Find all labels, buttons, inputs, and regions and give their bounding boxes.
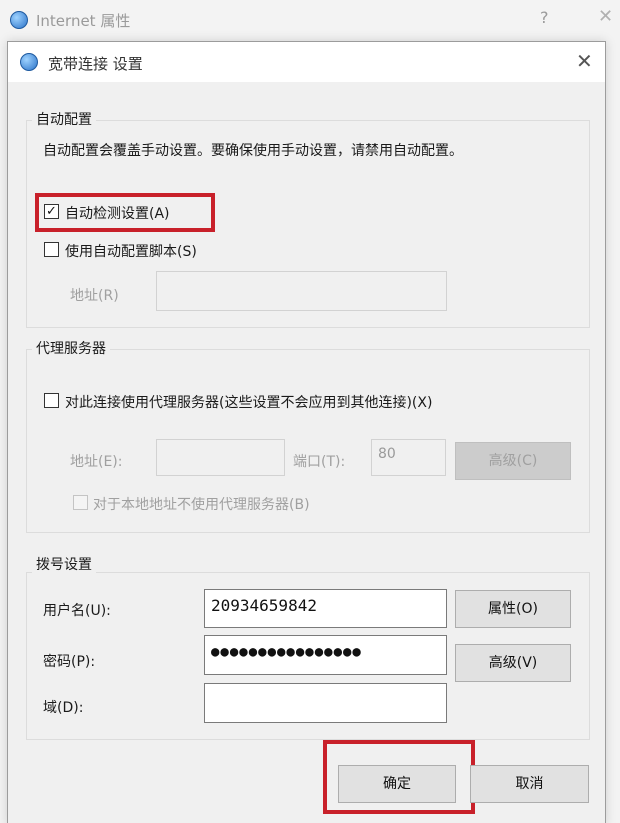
dialog-titlebar: 宽带连接 设置 ✕: [8, 42, 605, 82]
dialup-legend: 拨号设置: [32, 554, 96, 574]
script-address-label: 地址(R): [70, 288, 119, 304]
connection-globe-icon: [20, 53, 38, 71]
username-label: 用户名(U):: [43, 603, 111, 619]
bypass-local-label[interactable]: 对于本地地址不使用代理服务器(B): [93, 494, 310, 514]
auto-config-legend: 自动配置: [32, 109, 96, 129]
auto-config-description: 自动配置会覆盖手动设置。要确保使用手动设置，请禁用自动配置。: [43, 143, 463, 159]
use-script-label[interactable]: 使用自动配置脚本(S): [65, 241, 197, 261]
proxy-advanced-button[interactable]: 高级(C): [455, 442, 571, 480]
proxy-port-input[interactable]: 80: [371, 439, 446, 476]
ok-button[interactable]: 确定: [338, 765, 456, 803]
broadband-settings-dialog: 宽带连接 设置 ✕ 自动配置 自动配置会覆盖手动设置。要确保使用手动设置，请禁用…: [7, 41, 606, 823]
use-proxy-checkbox[interactable]: [44, 393, 59, 408]
use-script-checkbox[interactable]: [44, 242, 59, 257]
password-input[interactable]: ●●●●●●●●●●●●●●●●: [204, 635, 447, 675]
cancel-button[interactable]: 取消: [470, 765, 589, 803]
dialog-close-icon[interactable]: ✕: [576, 49, 593, 73]
script-address-input[interactable]: [156, 271, 447, 311]
auto-detect-checkbox[interactable]: ✓: [44, 204, 59, 219]
proxy-port-label: 端口(T):: [293, 454, 346, 470]
dialog-title: 宽带连接 设置: [48, 55, 143, 73]
auto-detect-label[interactable]: 自动检测设置(A): [65, 203, 170, 223]
background-close-icon[interactable]: ✕: [598, 6, 613, 27]
domain-label: 域(D):: [43, 700, 84, 716]
dialup-advanced-button[interactable]: 高级(V): [455, 644, 571, 682]
proxy-address-label: 地址(E):: [70, 454, 123, 470]
properties-button[interactable]: 属性(O): [455, 590, 571, 628]
use-proxy-label[interactable]: 对此连接使用代理服务器(这些设置不会应用到其他连接)(X): [65, 392, 432, 412]
internet-globe-icon: [10, 11, 28, 29]
background-window-title: Internet 属性: [36, 12, 131, 30]
proxy-legend: 代理服务器: [32, 338, 110, 358]
proxy-address-input[interactable]: [156, 439, 285, 476]
bypass-local-checkbox[interactable]: [73, 495, 88, 510]
domain-input[interactable]: [204, 683, 447, 723]
password-label: 密码(P):: [43, 654, 96, 670]
help-icon[interactable]: ?: [540, 8, 549, 27]
username-input[interactable]: 20934659842: [204, 589, 447, 628]
